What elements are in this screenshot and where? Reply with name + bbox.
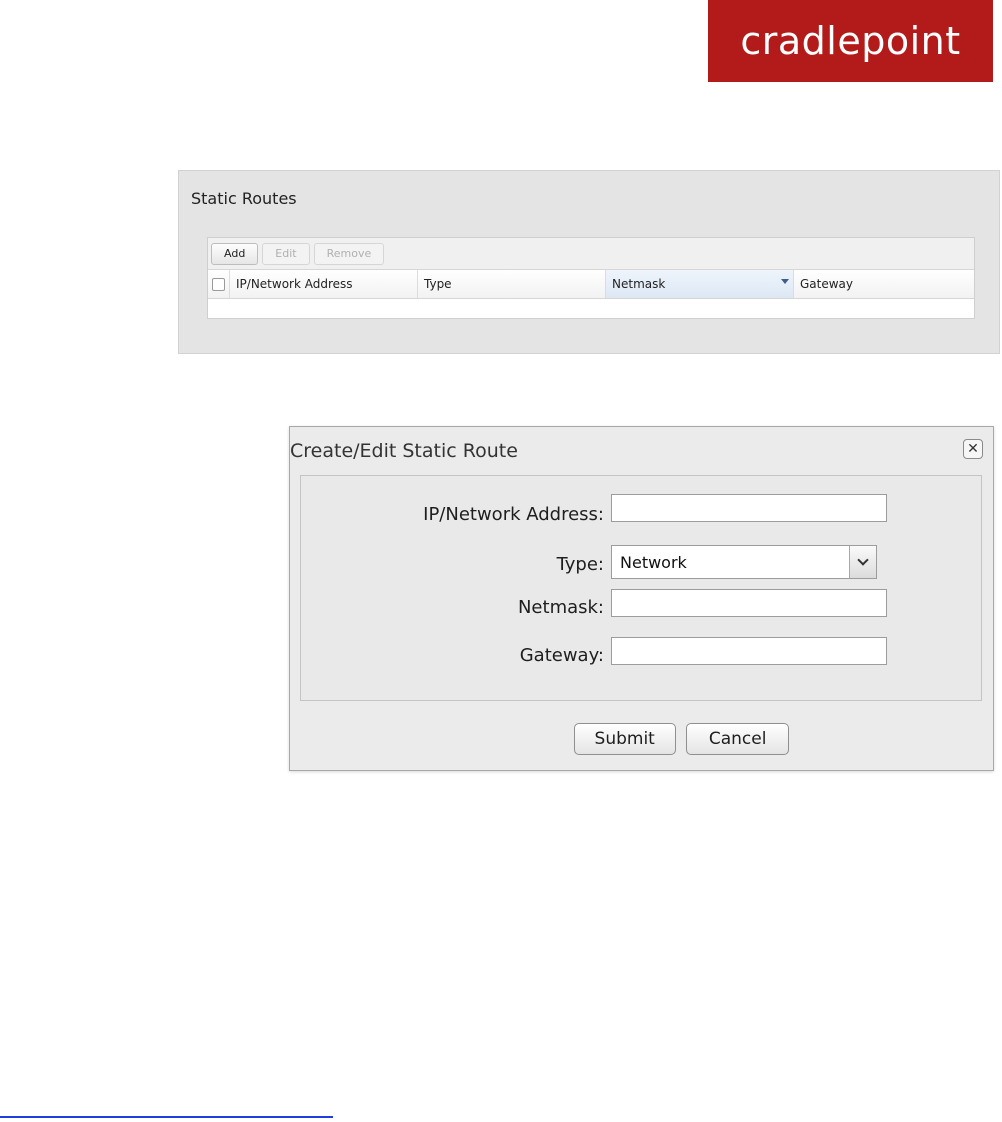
ip-network-address-label: IP/Network Address: [423, 504, 604, 525]
dialog-title: Create/Edit Static Route [290, 440, 518, 462]
ip-network-address-row: IP/Network Address: [301, 494, 981, 525]
netmask-row: Netmask: [301, 589, 981, 619]
logo-text: cradlepoint [740, 19, 961, 63]
ip-network-address-input[interactable] [611, 494, 887, 522]
grid-toolbar: Add Edit Remove [208, 238, 974, 270]
column-header-type[interactable]: Type [418, 270, 606, 298]
column-header-netmask-label: Netmask [612, 277, 666, 291]
type-select-value: Network [620, 552, 687, 572]
column-header-netmask[interactable]: Netmask [606, 270, 794, 298]
column-header-ip-network-address[interactable]: IP/Network Address [230, 270, 418, 298]
gateway-row: Gateway: [301, 637, 981, 667]
chevron-down-icon[interactable] [849, 546, 876, 578]
dialog-footer: Submit Cancel [290, 723, 993, 757]
remove-button[interactable]: Remove [313, 242, 385, 265]
cradlepoint-logo: cradlepoint [708, 0, 993, 82]
edit-button[interactable]: Edit [262, 242, 310, 265]
column-header-gateway[interactable]: Gateway [794, 270, 974, 298]
gateway-label: Gateway: [519, 645, 604, 666]
sort-dropdown-icon[interactable] [781, 279, 789, 284]
type-select[interactable]: Network [611, 545, 877, 579]
create-edit-static-route-dialog: Create/Edit Static Route ✕ IP/Network Ad… [289, 426, 994, 771]
static-routes-title: Static Routes [191, 189, 297, 208]
gateway-input[interactable] [611, 637, 887, 665]
add-button[interactable]: Add [211, 242, 259, 265]
close-icon[interactable]: ✕ [963, 439, 983, 459]
netmask-input[interactable] [611, 589, 887, 617]
footer-link[interactable] [0, 1116, 333, 1118]
submit-button[interactable]: Submit [573, 723, 676, 755]
grid-header: IP/Network Address Type Netmask Gateway [208, 270, 974, 299]
static-routes-grid: Add Edit Remove IP/Network Address Type … [207, 237, 975, 319]
dialog-form: IP/Network Address: Type: Network Netmas… [300, 475, 982, 701]
select-all-checkbox[interactable] [212, 277, 225, 291]
type-label: Type: [556, 554, 604, 575]
select-all-cell [208, 270, 230, 298]
cancel-button[interactable]: Cancel [685, 723, 790, 755]
netmask-label: Netmask: [517, 597, 604, 618]
static-routes-panel: Static Routes Add Edit Remove IP/Network… [178, 170, 1000, 354]
type-row: Type: Network [301, 545, 981, 579]
